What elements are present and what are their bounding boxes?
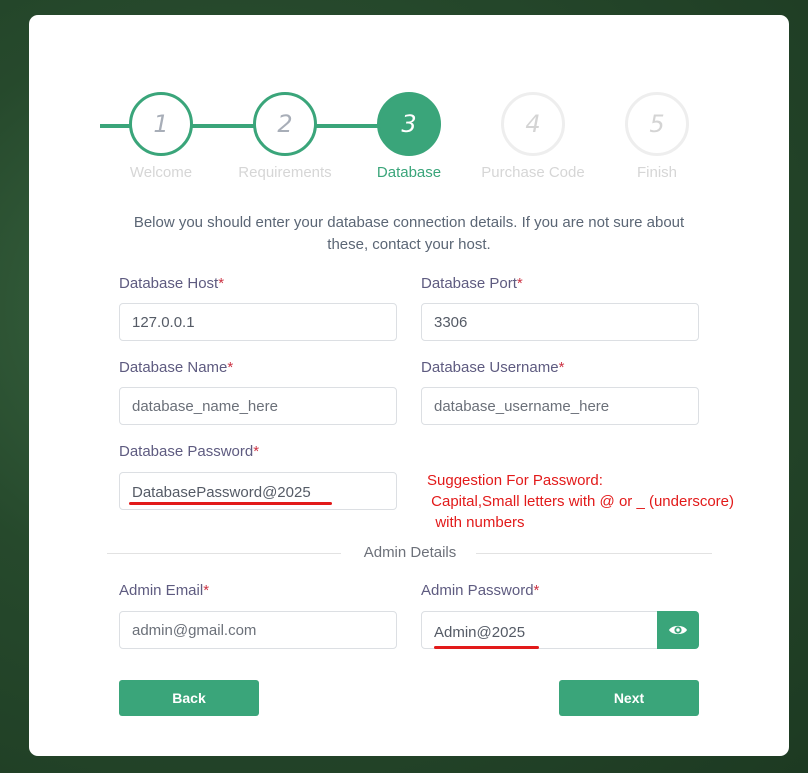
admin-password-label-text: Admin Password: [421, 582, 534, 599]
required-marker: *: [203, 582, 210, 599]
step-3-label: Database: [376, 164, 442, 181]
toggle-password-visibility-button[interactable]: [657, 611, 699, 649]
step-5-circle: 5: [625, 92, 689, 156]
db-username-input[interactable]: [421, 387, 699, 425]
required-marker: *: [227, 359, 234, 376]
next-button[interactable]: Next: [559, 680, 699, 716]
back-button[interactable]: Back: [119, 680, 259, 716]
password-suggestion-note: Suggestion For Password: Capital,Small l…: [427, 472, 735, 531]
step-2-label: Requirements: [238, 164, 332, 181]
db-name-input[interactable]: [119, 387, 397, 425]
step-connector: [100, 124, 130, 128]
step-4-circle: 4: [501, 92, 565, 156]
step-5-label: Finish: [636, 164, 677, 181]
step-connector: [316, 124, 378, 128]
db-port-label: Database Port*: [421, 275, 523, 292]
step-connector: [192, 124, 254, 128]
db-port-label-text: Database Port: [421, 275, 517, 292]
db-host-label: Database Host*: [119, 275, 224, 292]
step-4-label: Purchase Code: [481, 164, 585, 181]
required-marker: *: [516, 275, 523, 292]
divider-right: [476, 553, 712, 554]
required-marker: *: [558, 359, 565, 376]
eye-icon: [669, 625, 687, 635]
db-host-label-text: Database Host: [119, 275, 219, 292]
step-2-circle[interactable]: 2: [253, 92, 317, 156]
db-password-label: Database Password*: [119, 443, 259, 460]
db-host-input[interactable]: [119, 303, 397, 341]
admin-email-input[interactable]: [119, 611, 397, 649]
admin-password-underline-annotation: [434, 646, 539, 649]
db-password-label-text: Database Password: [119, 443, 254, 460]
admin-email-label-text: Admin Email: [119, 582, 204, 599]
db-username-label-text: Database Username: [421, 359, 559, 376]
db-username-label: Database Username*: [421, 359, 564, 376]
required-marker: *: [533, 582, 540, 599]
db-name-label-text: Database Name: [119, 359, 228, 376]
step-3-circle[interactable]: 3: [377, 92, 441, 156]
intro-text: Below you should enter your database con…: [133, 214, 685, 253]
required-marker: *: [218, 275, 225, 292]
admin-details-heading: Admin Details: [363, 544, 457, 561]
admin-email-label: Admin Email*: [119, 582, 209, 599]
divider-left: [107, 553, 341, 554]
db-port-input[interactable]: [421, 303, 699, 341]
db-name-label: Database Name*: [119, 359, 233, 376]
admin-password-label: Admin Password*: [421, 582, 539, 599]
step-1-circle[interactable]: 1: [129, 92, 193, 156]
admin-password-input[interactable]: [421, 611, 658, 649]
step-1-label: Welcome: [129, 164, 193, 181]
password-underline-annotation: [129, 502, 332, 505]
required-marker: *: [253, 443, 260, 460]
